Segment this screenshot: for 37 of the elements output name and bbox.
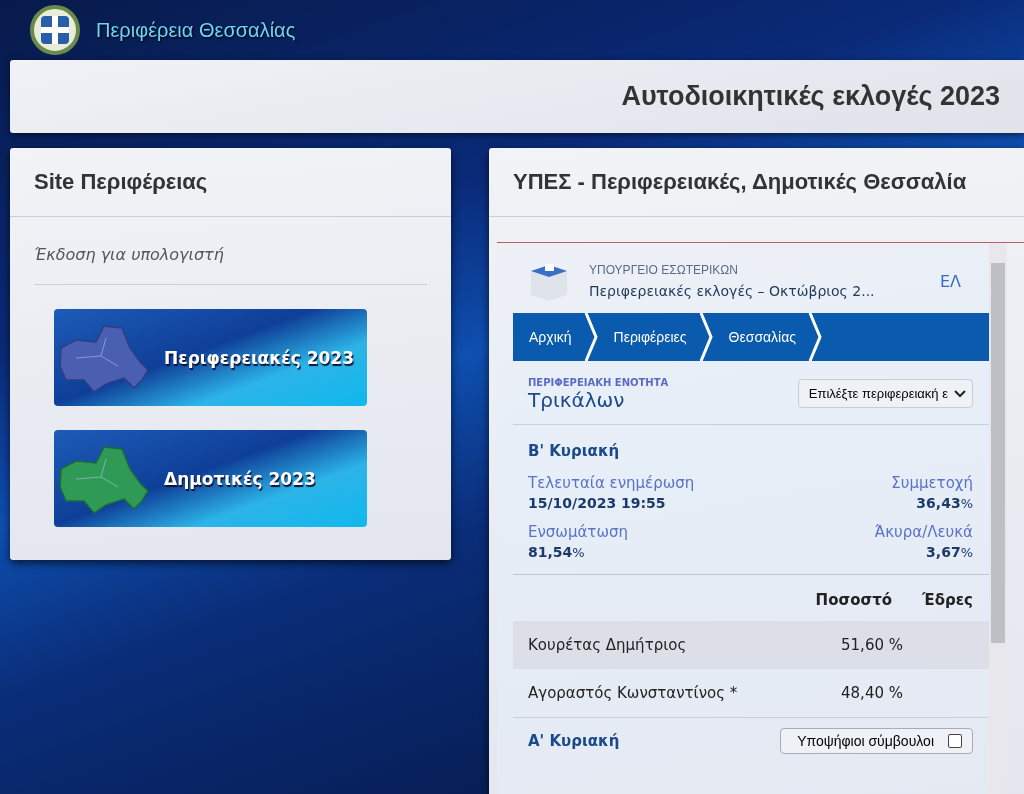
- round-heading: Β' Κυριακή: [528, 442, 620, 460]
- stat-label: Άκυρα/Λευκά: [874, 523, 973, 541]
- column-header: Έδρες: [922, 591, 973, 609]
- section-label: ΠΕΡΙΦΕΡΕΙΑΚΗ ΕΝΟΤΗΤΑ: [528, 377, 669, 388]
- candidate-row[interactable]: Αγοραστός Κωνσταντίνος * 48,40 %: [513, 669, 989, 717]
- stat-label: Ενσωμάτωση: [528, 523, 629, 541]
- coat-of-arms-icon: [30, 5, 80, 55]
- candidate-row[interactable]: Κουρέτας Δημήτριος 51,60 %: [513, 621, 989, 669]
- card-title: ΥΠΕΣ - Περιφερειακές, Δημοτικές Θεσσαλία: [489, 148, 1024, 217]
- version-label: Έκδοση για υπολογιστή: [34, 217, 427, 285]
- card-title: Site Περιφέρειας: [10, 148, 451, 217]
- site-title: Περιφέρεια Θεσσαλίας: [96, 18, 296, 42]
- chevron-icon: [583, 313, 598, 361]
- chevron-icon: [808, 313, 823, 361]
- ministry-name: ΥΠΟΥΡΓΕΙΟ ΕΣΩΤΕΡΙΚΩΝ: [589, 263, 739, 277]
- stat-value: 81,54%: [528, 544, 586, 560]
- stat-value: 15/10/2023 19:55: [528, 495, 667, 511]
- candidates-toggle[interactable]: Υποψήφιοι σύμβουλοι: [780, 728, 973, 754]
- scrollbar-thumb[interactable]: [991, 263, 1005, 643]
- breadcrumb-link[interactable]: Θεσσαλίας: [712, 329, 809, 345]
- election-title: Περιφερειακές εκλογές – Οκτώβριος 2...: [589, 283, 876, 299]
- breadcrumb-link[interactable]: Αρχική: [513, 329, 584, 345]
- stat-label: Συμμετοχή: [891, 474, 973, 492]
- round-heading: Α' Κυριακή: [528, 732, 620, 750]
- election-link[interactable]: Περιφερειακές 2023: [54, 309, 367, 406]
- chevron-down-icon: [954, 389, 966, 398]
- unit-select[interactable]: Επιλέξτε περιφερειακή ε: [797, 379, 973, 408]
- stat-value: 3,67%: [926, 544, 973, 560]
- breadcrumb-link[interactable]: Περιφέρειες: [597, 329, 699, 345]
- stat-label: Τελευταία ενημέρωση: [528, 474, 696, 492]
- unit-name: Τρικάλων: [528, 388, 626, 412]
- chevron-icon: [698, 313, 713, 361]
- page-heading: Αυτοδιοικητικές εκλογές 2023: [621, 81, 1000, 112]
- column-header: Ποσοστό: [815, 591, 892, 609]
- stat-value: 36,43%: [916, 495, 973, 511]
- election-link[interactable]: Δημοτικές 2023: [54, 430, 367, 527]
- language-link[interactable]: ΕΛ: [939, 271, 961, 291]
